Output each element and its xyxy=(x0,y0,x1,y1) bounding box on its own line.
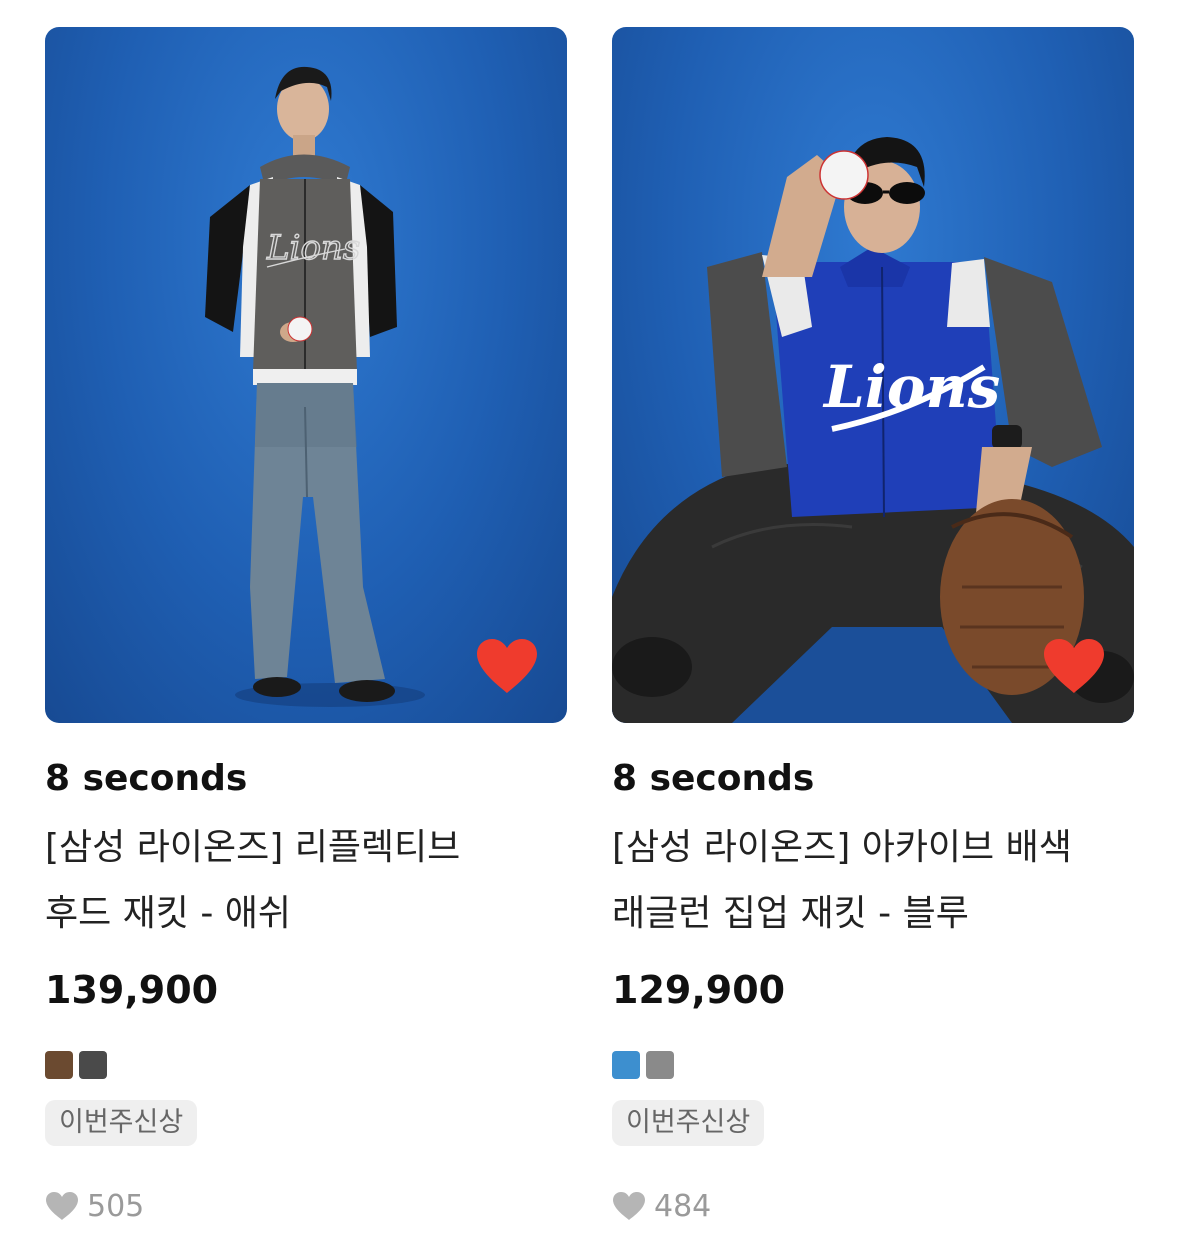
like-count: 505 xyxy=(45,1186,567,1226)
product-price: 139,900 xyxy=(45,968,219,1012)
product-price: 129,900 xyxy=(612,968,786,1012)
product-brand[interactable]: 8 seconds xyxy=(612,757,1134,801)
like-count: 484 xyxy=(612,1186,1134,1226)
wishlist-heart-icon[interactable] xyxy=(1042,637,1106,695)
like-heart-icon xyxy=(613,1192,645,1220)
product-title[interactable]: [삼성 라이온즈] 아카이브 배색 래글런 집업 재킷 - 블루 xyxy=(612,815,1092,947)
like-heart-icon xyxy=(46,1192,78,1220)
color-swatch[interactable] xyxy=(646,1051,674,1079)
model-photo: Lions xyxy=(205,66,425,707)
product-image[interactable]: Lions xyxy=(45,27,567,723)
color-swatch[interactable] xyxy=(612,1051,640,1079)
product-card[interactable]: Lions 8 seconds [삼성 라이온즈] 아카이브 배색 래글런 집업… xyxy=(612,27,1134,1226)
wishlist-heart-icon[interactable] xyxy=(475,637,539,695)
new-arrival-badge: 이번주신상 xyxy=(45,1100,198,1146)
color-swatches xyxy=(612,1051,1134,1079)
color-swatch[interactable] xyxy=(79,1051,107,1079)
product-title[interactable]: [삼성 라이온즈] 리플렉티브 후드 재킷 - 애쉬 xyxy=(45,815,525,947)
product-card[interactable]: Lions 8 seconds [삼성 라이온즈] 리플렉티브 후드 재킷 - … xyxy=(45,27,567,1226)
new-arrival-badge: 이번주신상 xyxy=(612,1100,765,1146)
color-swatch[interactable] xyxy=(45,1051,73,1079)
color-swatches xyxy=(45,1051,567,1079)
like-count-value: 484 xyxy=(654,1188,712,1224)
product-image[interactable]: Lions xyxy=(612,27,1134,723)
svg-text:Lions: Lions xyxy=(822,353,1000,421)
product-brand[interactable]: 8 seconds xyxy=(45,757,567,801)
model-photo: Lions xyxy=(612,137,1134,723)
svg-text:Lions: Lions xyxy=(266,228,360,268)
like-count-value: 505 xyxy=(87,1188,145,1224)
